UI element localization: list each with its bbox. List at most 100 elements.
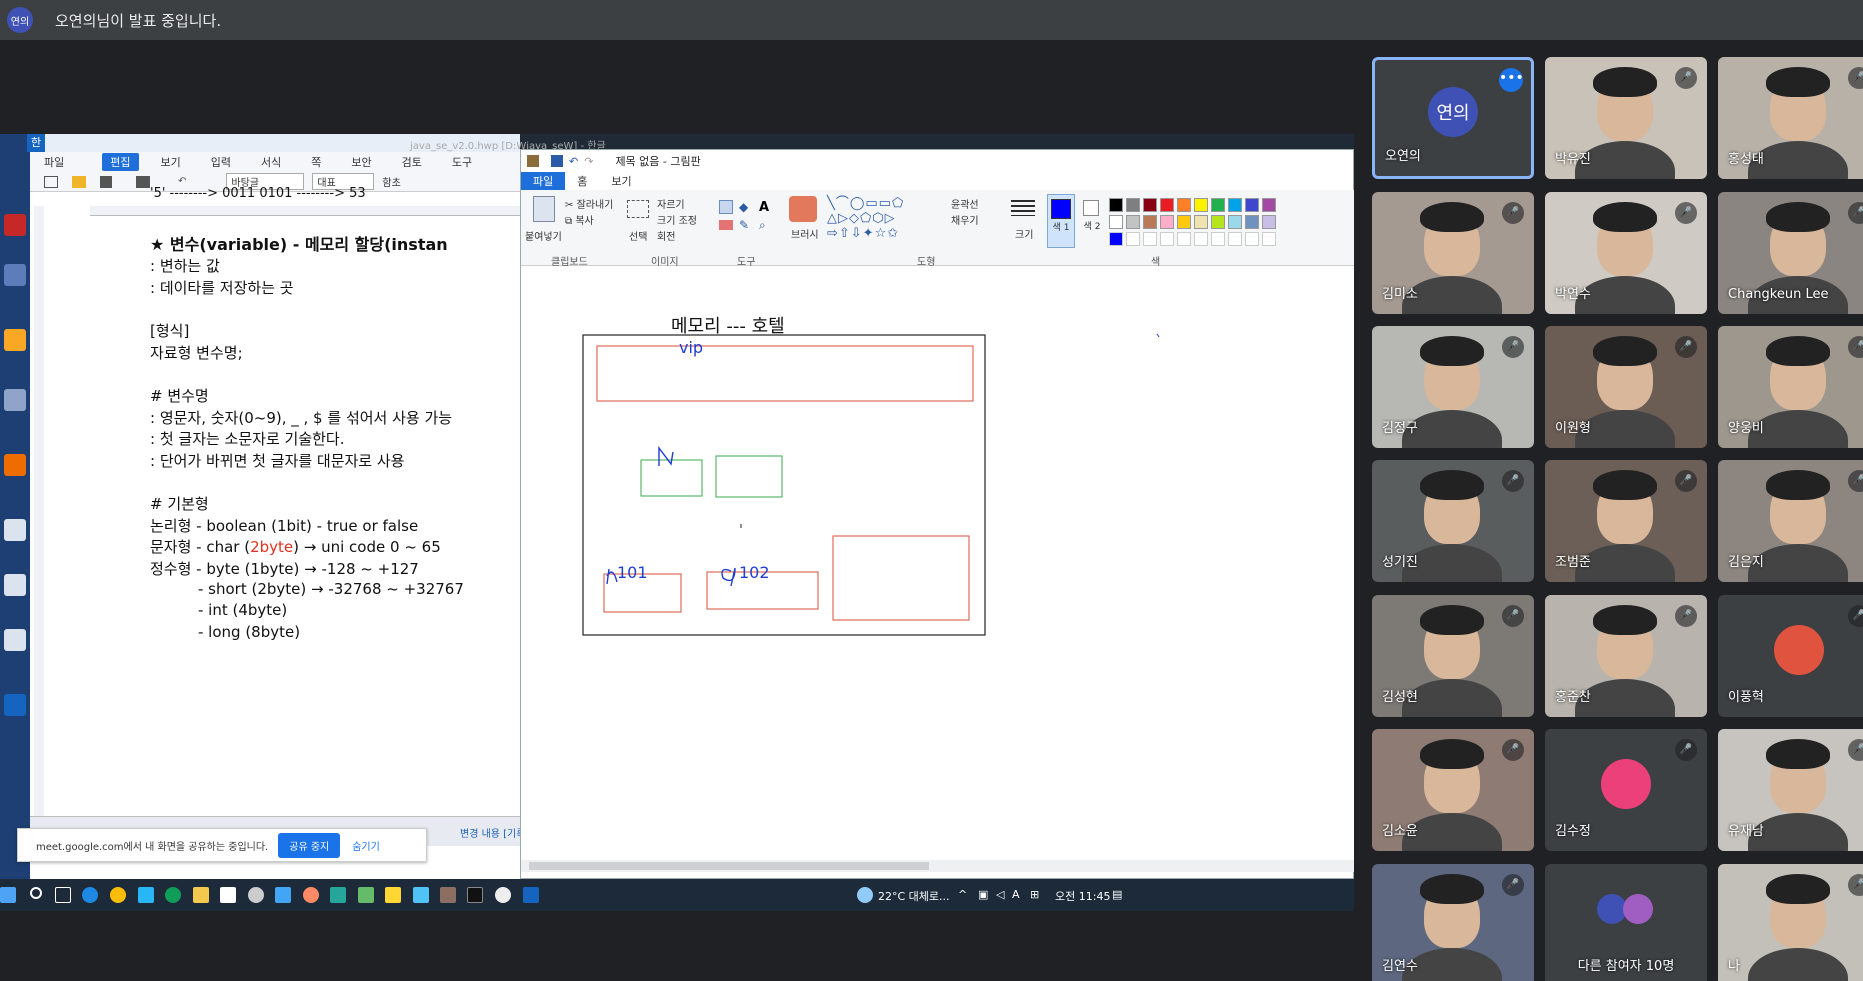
- palette-swatch[interactable]: [1245, 198, 1259, 212]
- file-icon-2[interactable]: [4, 574, 26, 596]
- app-icon[interactable]: [138, 887, 154, 903]
- app-icon-4[interactable]: [358, 887, 374, 903]
- open-icon[interactable]: [72, 175, 86, 188]
- resize-button[interactable]: 크기 조정: [657, 212, 697, 227]
- participant-tile[interactable]: 조범준 🎤: [1545, 460, 1707, 582]
- print-icon[interactable]: [136, 175, 150, 188]
- tab-view[interactable]: 보기: [599, 172, 643, 190]
- palette-swatch[interactable]: [1245, 215, 1259, 229]
- palette-swatch[interactable]: [1211, 215, 1225, 229]
- participant-tile[interactable]: 김소윤 🎤: [1372, 729, 1534, 851]
- rotate-button[interactable]: 회전: [657, 228, 675, 243]
- paste-icon[interactable]: [533, 196, 555, 222]
- palette-swatch[interactable]: [1109, 198, 1123, 212]
- status-track-changes[interactable]: 변경 내용 [기록: [460, 825, 525, 840]
- participant-tile[interactable]: 홍준찬 🎤: [1545, 595, 1707, 717]
- task-view-icon[interactable]: [55, 887, 71, 903]
- brush-icon[interactable]: [789, 196, 817, 222]
- participant-tile[interactable]: Changkeun Lee 🎤: [1718, 192, 1863, 314]
- network-icon[interactable]: ▣: [978, 888, 988, 901]
- stop-sharing-button[interactable]: 공유 중지: [278, 832, 341, 858]
- palette-swatch[interactable]: [1177, 215, 1191, 229]
- size-button[interactable]: 크기: [1015, 226, 1033, 241]
- notification-icon[interactable]: ▤: [1112, 888, 1122, 901]
- quick-save-icon[interactable]: [551, 155, 563, 167]
- app-icon-3[interactable]: [330, 887, 346, 903]
- settings-icon[interactable]: [248, 887, 264, 903]
- palette-swatch[interactable]: [1228, 215, 1242, 229]
- participant-tile[interactable]: 이원형 🎤: [1545, 326, 1707, 448]
- kakaotalk-icon[interactable]: [4, 329, 26, 351]
- search-icon[interactable]: [30, 887, 42, 899]
- terminal-icon[interactable]: [467, 887, 483, 903]
- participant-tile[interactable]: 나 🎤: [1718, 864, 1863, 981]
- fill-button[interactable]: 채우기: [951, 212, 979, 227]
- crop-button[interactable]: 자르기: [657, 196, 685, 211]
- palette-swatch[interactable]: [1262, 198, 1276, 212]
- horizontal-scrollbar[interactable]: [521, 860, 1354, 872]
- ime-hangul-icon[interactable]: ⊞: [1030, 888, 1039, 901]
- font-select[interactable]: 함초: [382, 174, 400, 189]
- hwp-icon[interactable]: [4, 694, 26, 716]
- paint-canvas[interactable]: 메모리 --- 호텔 vip 101 102: [521, 266, 1354, 860]
- paste-button[interactable]: 붙여넣기: [525, 228, 562, 243]
- participant-tile[interactable]: 김미소 🎤: [1372, 192, 1534, 314]
- file-icon[interactable]: [4, 519, 26, 541]
- start-icon[interactable]: [0, 887, 16, 903]
- mcafee-icon[interactable]: [4, 214, 26, 236]
- picker-icon[interactable]: ✎: [739, 218, 749, 232]
- quick-undo-icon[interactable]: ↶: [569, 155, 578, 168]
- palette-swatch[interactable]: [1194, 198, 1208, 212]
- hwp-taskbar-icon[interactable]: [523, 887, 539, 903]
- custom-swatch[interactable]: [1143, 232, 1157, 246]
- recycle-bin-icon[interactable]: [4, 264, 26, 286]
- participant-tile[interactable]: 연의 오연의 •••: [1372, 57, 1534, 179]
- palette-swatch[interactable]: [1126, 198, 1140, 212]
- clock[interactable]: 오전 11:45: [1055, 888, 1110, 904]
- app-icon-6[interactable]: [495, 887, 511, 903]
- menu-tools[interactable]: 도구: [452, 154, 472, 170]
- ie-icon[interactable]: [82, 887, 98, 903]
- menu-insert[interactable]: 입력: [211, 154, 231, 170]
- eraser-icon[interactable]: [719, 220, 733, 230]
- participant-tile[interactable]: 홍성태 🎤: [1718, 57, 1863, 179]
- palette-swatch[interactable]: [1126, 215, 1140, 229]
- menu-review[interactable]: 검토: [402, 154, 422, 170]
- participant-tile[interactable]: 유재남 🎤: [1718, 729, 1863, 851]
- mail-icon[interactable]: [275, 887, 291, 903]
- virtualbox-icon[interactable]: [4, 389, 26, 411]
- palette-swatch[interactable]: [1262, 215, 1276, 229]
- custom-swatch[interactable]: [1194, 232, 1208, 246]
- palette-swatch[interactable]: [1228, 198, 1242, 212]
- app-icon-2[interactable]: [303, 887, 319, 903]
- hide-notice-button[interactable]: 숨기기: [352, 838, 380, 853]
- tab-home[interactable]: 홈: [565, 172, 599, 190]
- postman-icon[interactable]: [4, 454, 26, 476]
- participant-tile[interactable]: 이풍혁 🎤: [1718, 595, 1863, 717]
- file-icon-3[interactable]: [4, 629, 26, 651]
- participant-tile[interactable]: 김수정 🎤: [1545, 729, 1707, 851]
- ime-indicator[interactable]: A: [1012, 888, 1020, 901]
- outline-button[interactable]: 윤곽선: [951, 196, 979, 211]
- edge-icon[interactable]: [165, 887, 181, 903]
- fill-icon[interactable]: ◆: [739, 200, 753, 214]
- scrollbar-thumb[interactable]: [529, 862, 929, 870]
- volume-icon[interactable]: ◁: [996, 888, 1004, 901]
- tray-chevron-icon[interactable]: ^: [958, 888, 967, 901]
- participant-tile[interactable]: 김연수 🎤: [1372, 864, 1534, 981]
- menu-format[interactable]: 서식: [261, 154, 281, 170]
- color1-button[interactable]: 색 1: [1047, 194, 1075, 248]
- palette-swatch[interactable]: [1160, 198, 1174, 212]
- tab-file[interactable]: 파일: [521, 172, 566, 190]
- copy-button[interactable]: ⧉ 복사: [565, 212, 594, 227]
- weather-icon[interactable]: [857, 887, 873, 903]
- palette-swatch[interactable]: [1160, 215, 1174, 229]
- select-icon[interactable]: [627, 200, 649, 218]
- app-icon-5[interactable]: [413, 887, 429, 903]
- quick-redo-icon[interactable]: ↷: [584, 155, 593, 168]
- participant-tile[interactable]: 박유진 🎤: [1545, 57, 1707, 179]
- paint-taskbar-icon[interactable]: [440, 887, 456, 903]
- cut-button[interactable]: ✂ 잘라내기: [565, 196, 613, 211]
- shapes-gallery[interactable]: ╲⌒◯▭▭⬠ △▷◇⬠⬡▷ ⇨⇧⇩✦☆✩: [827, 196, 939, 246]
- palette-swatch[interactable]: [1194, 215, 1208, 229]
